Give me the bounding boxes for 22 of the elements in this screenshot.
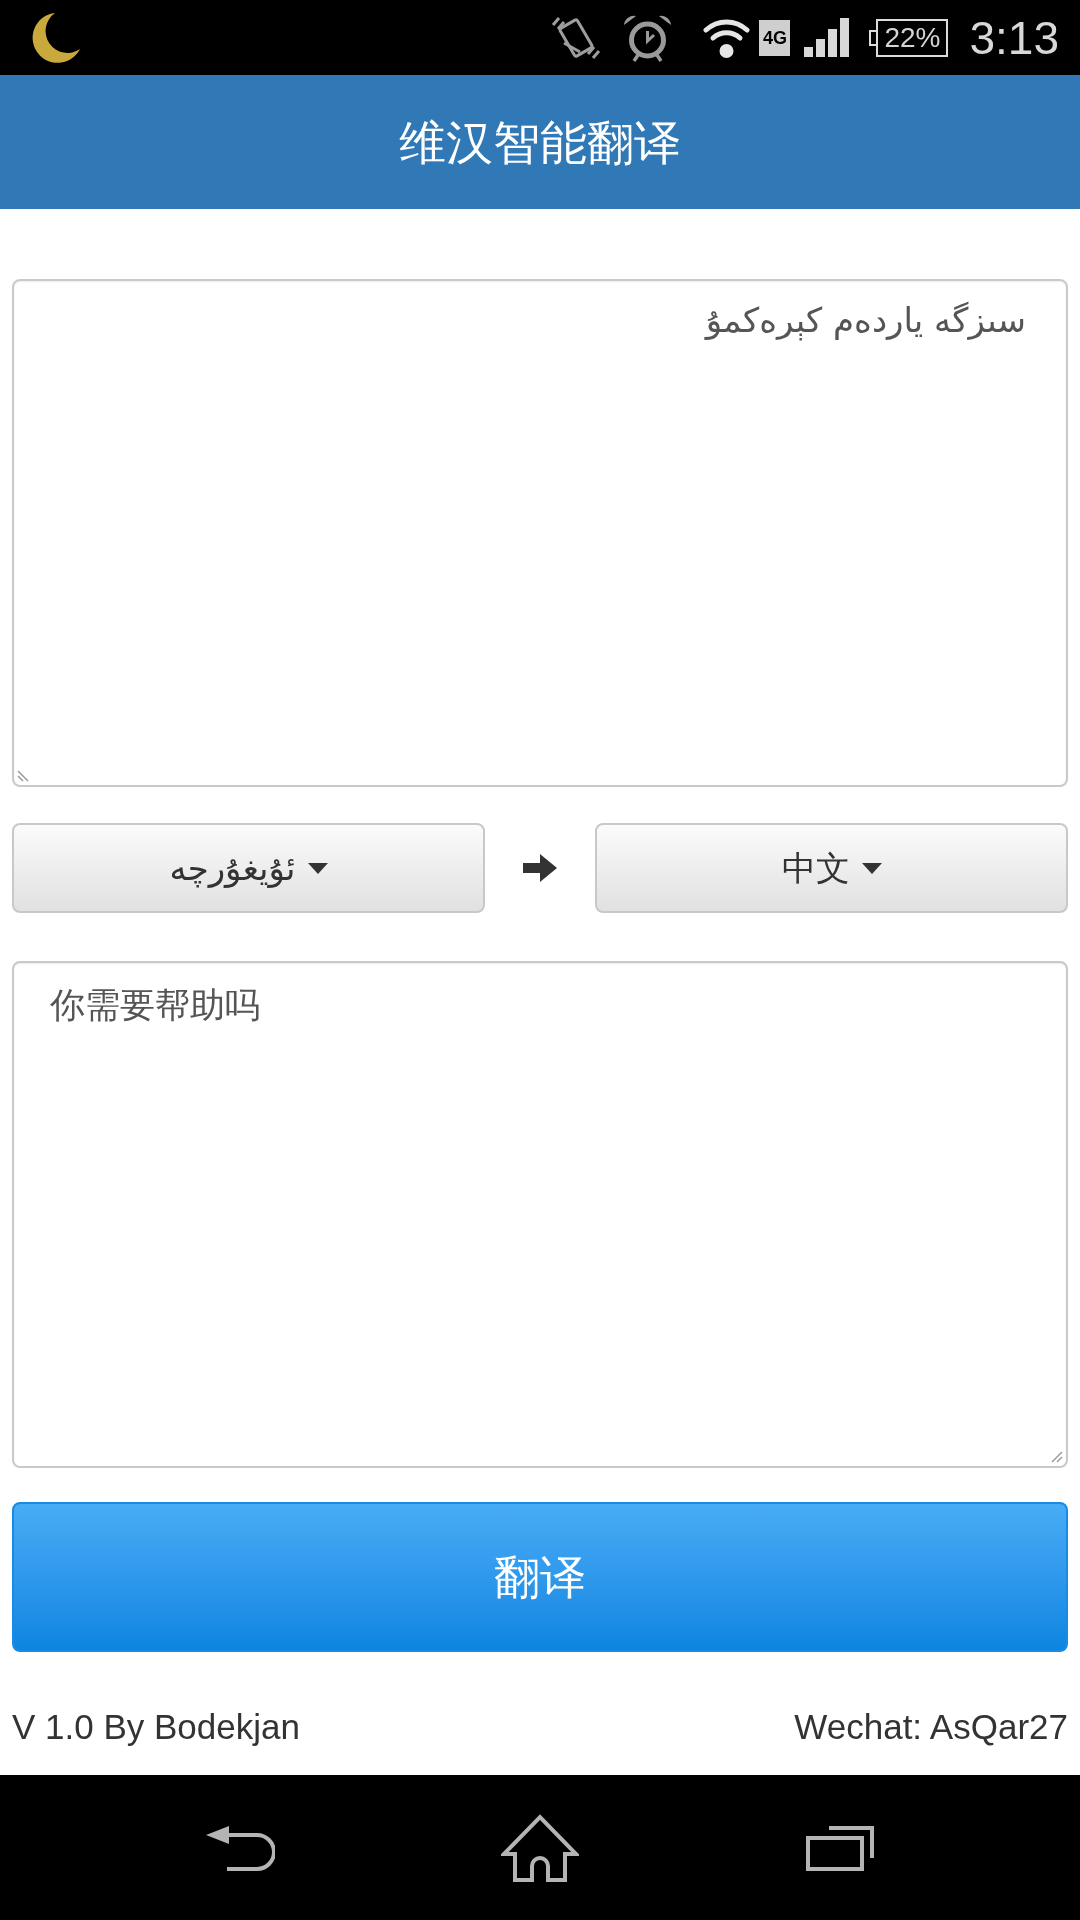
right-arrow-icon [523,854,557,882]
resize-grip-icon[interactable] [17,770,29,782]
signal-strength-icon [804,18,850,57]
target-text-field[interactable]: 你需要帮助吗 [12,961,1068,1468]
app-title: 维汉智能翻译 [399,118,681,166]
network-type-badge: 4G [759,19,791,56]
wifi-icon [703,17,751,58]
battery-indicator: 22% [869,18,949,57]
recent-apps-icon [805,1824,875,1871]
home-icon [501,1813,579,1882]
contact-text: Wechat: AsQar27 [794,1706,1068,1748]
source-text-field[interactable]: سىزگە ياردەم كېرەكمۇ [12,279,1068,787]
caret-icon [861,862,882,874]
recent-apps-button[interactable] [805,1824,875,1871]
source-language-dropdown[interactable]: ئۇيغۇرچە [12,823,485,913]
clock-time: 3:13 [969,14,1059,61]
target-language-dropdown[interactable]: 中文 [595,823,1068,913]
caret-icon [307,862,328,874]
home-button[interactable] [501,1813,579,1882]
vibrate-icon [550,14,603,61]
resize-grip-icon[interactable] [1051,1451,1063,1463]
version-text: V 1.0 By Bodekjan [12,1706,300,1748]
